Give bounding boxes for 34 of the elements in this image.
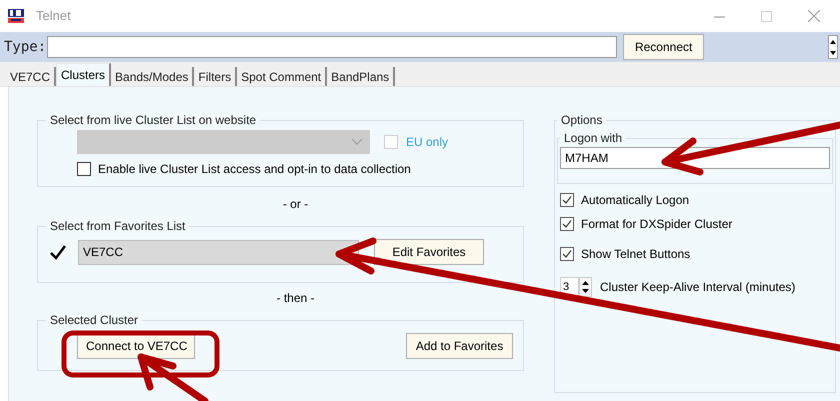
chevron-down-icon — [352, 139, 362, 145]
command-input[interactable] — [47, 36, 618, 58]
favorites-field[interactable]: VE7CC — [78, 240, 359, 264]
checkbox[interactable] — [77, 162, 91, 176]
edit-favorites-button[interactable]: Edit Favorites — [374, 239, 484, 265]
group-title: Logon with — [563, 130, 624, 147]
interval-label: Cluster Keep-Alive Interval (minutes) — [600, 279, 796, 296]
app-logo-icon — [8, 9, 24, 23]
checkbox-label: Format for DXSpider Cluster — [581, 216, 732, 233]
field-value: VE7CC — [83, 244, 124, 261]
checkbox-label: Enable live Cluster List access and opt-in to data collection — [98, 161, 411, 178]
checkbox[interactable] — [560, 247, 574, 261]
separator-text: - then - — [276, 290, 314, 307]
close-icon[interactable] — [808, 10, 820, 22]
checkbox-label: Show Telnet Buttons — [581, 246, 690, 263]
group-title: Select from Favorites List — [49, 218, 186, 235]
type-label: Type: — [4, 38, 46, 56]
group-title: Options — [560, 112, 604, 129]
tab[interactable]: Clusters — [56, 63, 112, 86]
checkbox[interactable] — [560, 193, 574, 207]
annotation-arrow — [138, 354, 208, 401]
group-title: Select from live Cluster List on website — [49, 112, 258, 129]
group-title: Selected Cluster — [49, 312, 140, 329]
checkbox-label: EU only — [406, 134, 448, 151]
separator-text: - or - — [282, 196, 308, 213]
spinner-arrows-icon[interactable] — [579, 277, 592, 297]
add-to-favorites-button[interactable]: Add to Favorites — [406, 333, 513, 359]
scroll-spinner[interactable] — [828, 35, 838, 59]
checkbox[interactable] — [560, 217, 574, 231]
spinner-value: 3 — [562, 280, 570, 295]
checkbox-label: Automatically Logon — [581, 192, 690, 209]
window-title: Telnet — [36, 7, 71, 26]
check-mark-icon — [50, 244, 66, 260]
reconnect-button[interactable]: Reconnect — [623, 34, 704, 60]
